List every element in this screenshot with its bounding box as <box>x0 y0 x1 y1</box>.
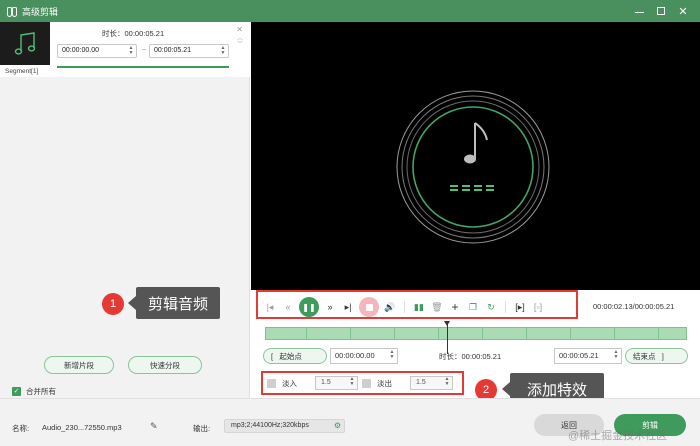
timeline-tick <box>614 328 615 339</box>
bottom-bar: 名称: Audio_230...72550.mp3 ✎ 输出: mp3;2;44… <box>0 398 700 446</box>
segment-end-value: 00:00:05.21 <box>154 47 191 54</box>
merge-all-checkbox[interactable]: ✓ 合并所有 <box>12 386 56 397</box>
timeline-tick <box>350 328 351 339</box>
gear-icon[interactable]: ⚙ <box>334 420 341 432</box>
merge-all-label: 合并所有 <box>26 387 56 396</box>
trim-end-value: 00:00:05.21 <box>559 351 599 360</box>
trim-duration-label: 时长： <box>439 352 462 361</box>
file-name-value: Audio_230...72550.mp3 <box>42 423 122 432</box>
fade-out-input[interactable]: 1.5 ▲ ▼ <box>410 376 453 390</box>
timeline-track[interactable] <box>265 327 687 340</box>
timeline-tick <box>306 328 307 339</box>
bracket-right-icon: ] <box>661 351 664 361</box>
trim-start-stepper[interactable]: ▲ ▼ <box>389 350 395 360</box>
segment-label: Segment[1] <box>5 68 39 75</box>
fade-in-checkbox[interactable] <box>267 378 276 388</box>
segment-start-input[interactable]: 00:00:00.00 ▲ ▼ <box>57 44 137 58</box>
segment-duration-label: 时长： <box>102 29 125 38</box>
trim-row: [ 起始点 00:00:00.00 ▲ ▼ 时长：00:00:05.21 00:0… <box>263 348 688 364</box>
trim-duration: 时长：00:00:05.21 <box>439 351 501 362</box>
window-controls: ✕ <box>628 0 694 22</box>
file-name-label: 名称: <box>12 424 30 433</box>
segment-duration-value: 00:00:05.21 <box>124 29 165 38</box>
move-segment-icon[interactable]: ︿ ﹀ <box>237 36 243 48</box>
set-start-button[interactable]: [ 起始点 <box>263 348 327 364</box>
timeline-tick <box>570 328 571 339</box>
segment-progress-bar <box>57 66 229 68</box>
segment-thumbnail <box>0 22 50 65</box>
minimize-button[interactable] <box>628 0 650 22</box>
preview-area <box>251 22 700 290</box>
checkbox-checked-icon: ✓ <box>12 387 21 396</box>
output-format-value: mp3;2;44100Hz;320kbps <box>231 422 309 429</box>
annotation-callout-1: 剪辑音频 <box>128 287 220 319</box>
fade-in-stepper[interactable]: ▲ ▼ <box>349 377 355 387</box>
app-logo-icon <box>7 6 17 17</box>
output-format-field[interactable]: mp3;2;44100Hz;320kbps ⚙ <box>224 419 345 433</box>
fade-in-input[interactable]: 1.5 ▲ ▼ <box>315 376 358 390</box>
set-end-label: 结束点 <box>633 351 656 361</box>
title-bar: 高级剪辑 ✕ <box>0 0 700 22</box>
toolbar-highlight-box <box>256 290 578 319</box>
minimize-icon <box>634 11 644 13</box>
maximize-icon <box>657 7 665 15</box>
segment-duration: 时长：00:00:05.21 <box>102 28 164 39</box>
segment-start-stepper[interactable]: ▲ ▼ <box>128 46 134 56</box>
fade-out-checkbox[interactable] <box>362 378 371 388</box>
window-title: 高级剪辑 <box>22 6 59 17</box>
timeline-tick <box>658 328 659 339</box>
trim-end-input[interactable]: 00:00:05.21 ▲ ▼ <box>554 348 622 364</box>
annotation-badge-1: 1 <box>102 293 124 315</box>
fade-in-label: 淡入 <box>282 378 297 388</box>
set-end-button[interactable]: 结束点 ] <box>625 348 688 364</box>
edit-name-icon[interactable]: ✎ <box>150 421 158 432</box>
playback-time: 00:00:02.13/00:00:05.21 <box>593 302 675 311</box>
bracket-left-icon: [ <box>271 351 274 361</box>
timeline-tick <box>526 328 527 339</box>
close-button[interactable]: ✕ <box>672 0 694 22</box>
timeline-tick <box>482 328 483 339</box>
range-separator: ~ <box>142 47 147 54</box>
output-label: 输出: <box>193 424 211 433</box>
maximize-button[interactable] <box>650 0 672 22</box>
segment-card[interactable]: Segment[1] 时长：00:00:05.21 00:00:00.00 ▲ ▼… <box>0 22 250 77</box>
fade-out-label: 淡出 <box>377 378 392 388</box>
music-note-icon <box>14 31 36 55</box>
segment-end-stepper[interactable]: ▲ ▼ <box>220 46 226 56</box>
segment-end-input[interactable]: 00:00:05.21 ▲ ▼ <box>149 44 229 58</box>
watermark: @稀土掘金技术社区 <box>568 430 668 442</box>
audio-visual-icon <box>396 90 550 244</box>
segment-start-value: 00:00:00.00 <box>62 47 99 54</box>
remove-segment-icon[interactable]: ✕ <box>236 25 243 34</box>
add-segment-button[interactable]: 新增片段 <box>44 356 114 374</box>
effects-panel: 淡入 1.5 ▲ ▼ 淡出 1.5 ▲ ▼ <box>261 371 464 395</box>
timeline-tick <box>394 328 395 339</box>
trim-start-input[interactable]: 00:00:00.00 ▲ ▼ <box>330 348 398 364</box>
quick-split-button[interactable]: 快速分段 <box>128 356 202 374</box>
fade-out-value: 1.5 <box>416 379 426 386</box>
close-icon: ✕ <box>678 5 688 18</box>
trim-start-value: 00:00:00.00 <box>335 351 375 360</box>
fade-out-stepper[interactable]: ▲ ▼ <box>444 377 450 387</box>
trim-duration-value: 00:00:05.21 <box>461 352 502 361</box>
trim-end-stepper[interactable]: ▲ ▼ <box>613 350 619 360</box>
set-start-label: 起始点 <box>279 351 302 361</box>
fade-in-value: 1.5 <box>321 379 331 386</box>
segment-panel: Segment[1] 时长：00:00:05.21 00:00:00.00 ▲ ▼… <box>0 22 250 398</box>
timeline-tick <box>438 328 439 339</box>
